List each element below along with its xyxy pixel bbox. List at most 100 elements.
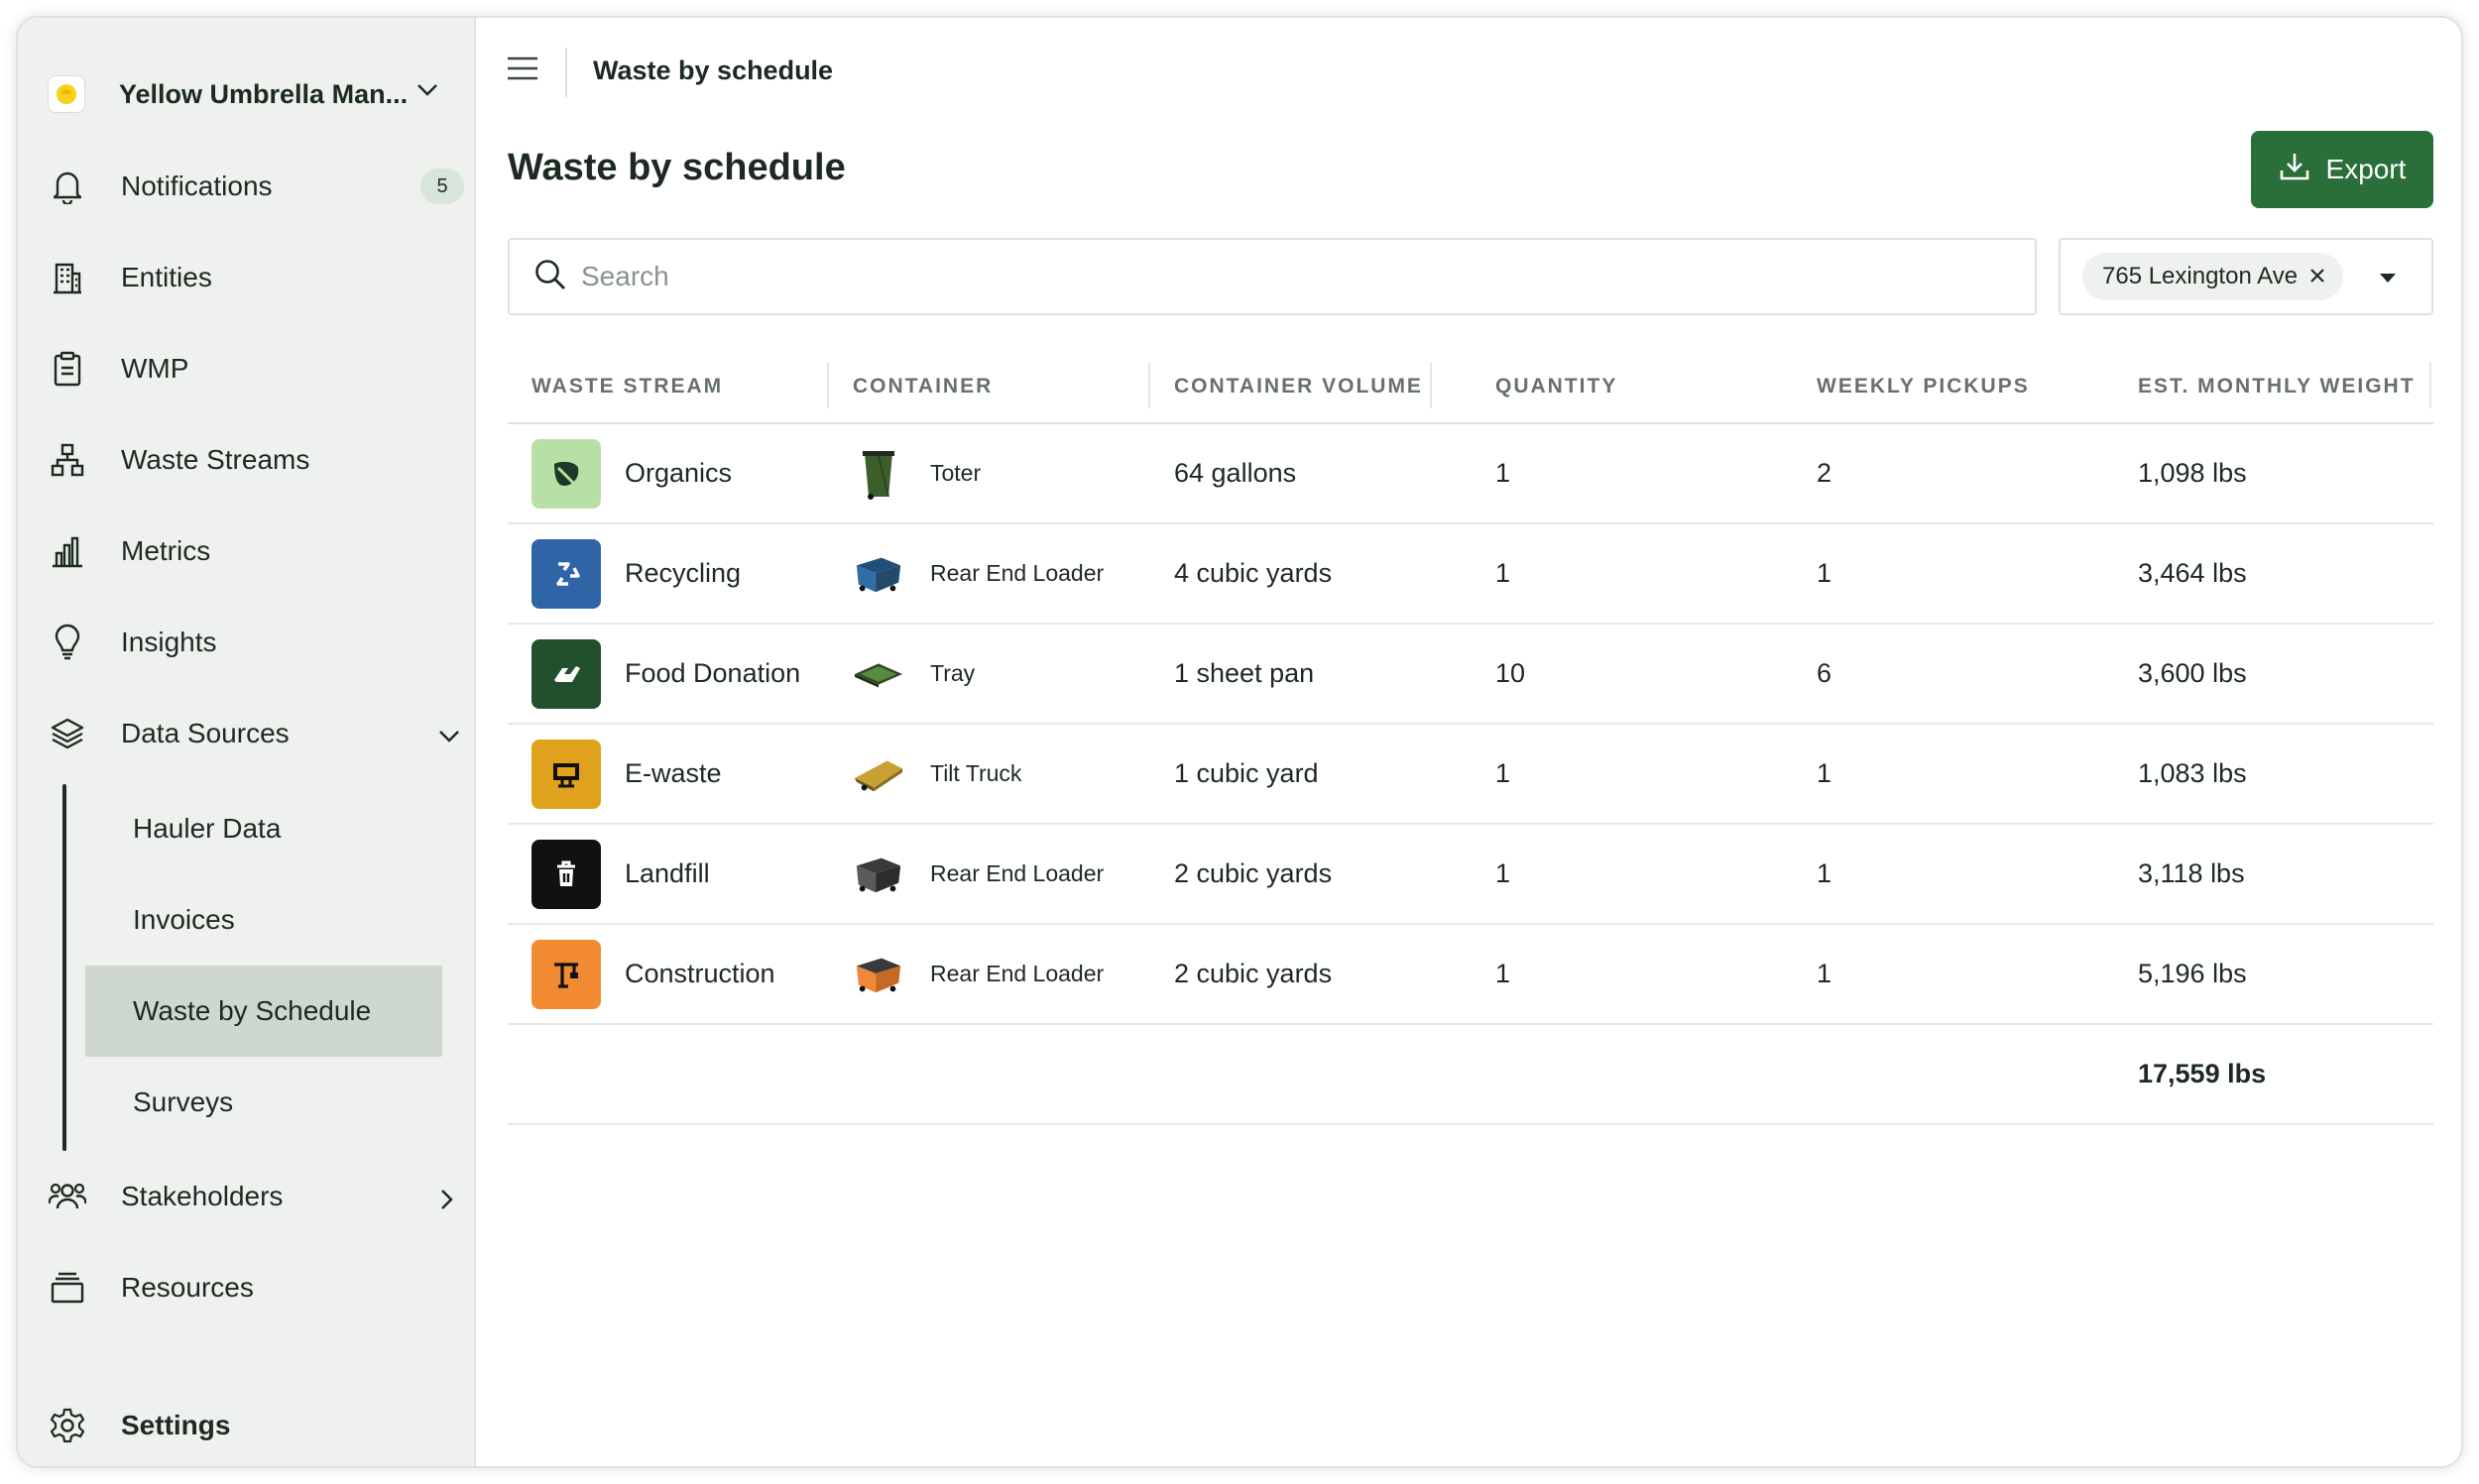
est-monthly-weight-cell: 5,196 lbs xyxy=(2138,959,2247,988)
waste-stream-cell: Construction xyxy=(531,925,775,1023)
sidebar-item-settings[interactable]: Settings xyxy=(48,1391,464,1460)
sidebar-item-label: Stakeholders xyxy=(121,1181,284,1211)
table-row[interactable]: Food Donation Tray 1 sheet pan 10 6 3,60… xyxy=(508,625,2433,725)
est-monthly-weight-cell: 3,464 lbs xyxy=(2138,558,2247,588)
sidebar-subitem-hauler-data[interactable]: Hauler Data xyxy=(85,783,442,874)
sidebar-item-stakeholders[interactable]: Stakeholders xyxy=(48,1162,464,1231)
sidebar-subitem-invoices[interactable]: Invoices xyxy=(85,874,442,966)
total-monthly-weight: 17,559 lbs xyxy=(2138,1059,2267,1088)
org-name: Yellow Umbrella Man... xyxy=(119,78,409,109)
column-separator xyxy=(1430,363,1432,408)
container-name: Tilt Truck xyxy=(930,760,1022,786)
sidebar-item-label: Data Sources xyxy=(121,718,290,748)
network-icon xyxy=(48,440,87,480)
export-button[interactable]: Export xyxy=(2251,131,2433,208)
layers-icon xyxy=(48,714,87,753)
weekly-pickups-cell: 1 xyxy=(1817,558,1832,588)
weekly-pickups-cell: 2 xyxy=(1817,458,1832,488)
column-header-container[interactable]: CONTAINER xyxy=(853,349,993,424)
location-chip: 765 Lexington Ave xyxy=(2082,253,2344,300)
sidebar-item-metrics[interactable]: Metrics xyxy=(48,516,464,586)
sidebar-item-notifications[interactable]: Notifications 5 xyxy=(48,152,464,221)
container-name: Rear End Loader xyxy=(930,961,1105,986)
search-box xyxy=(508,238,2037,315)
leaf-icon xyxy=(531,438,601,509)
container-cell: Toter xyxy=(853,424,981,522)
hamburger-menu-icon[interactable] xyxy=(506,56,545,89)
sidebar-item-label: WMP xyxy=(121,353,189,384)
rear-end-loader-icon xyxy=(853,548,904,600)
quantity-cell: 1 xyxy=(1495,558,1511,588)
sidebar-item-label: Insights xyxy=(121,627,217,657)
rear-end-loader-icon xyxy=(853,849,904,900)
quantity-cell: 1 xyxy=(1495,458,1511,488)
org-logo xyxy=(48,75,85,113)
sidebar-item-entities[interactable]: Entities xyxy=(48,243,464,312)
rear-end-loader-icon xyxy=(853,949,904,1000)
table-row[interactable]: Recycling Rear End Loader 4 cubic yards … xyxy=(508,524,2433,625)
org-switcher[interactable]: Yellow Umbrella Man... xyxy=(48,57,464,131)
column-header-est-monthly-weight[interactable]: EST. MONTHLY WEIGHT xyxy=(2138,349,2416,424)
table-row[interactable]: Construction Rear End Loader 2 cubic yar… xyxy=(508,925,2433,1025)
quantity-cell: 1 xyxy=(1495,959,1511,988)
sidebar-subitem-label: Hauler Data xyxy=(133,813,282,844)
container-volume-cell: 1 sheet pan xyxy=(1174,658,1315,688)
column-header-quantity[interactable]: QUANTITY xyxy=(1495,349,1617,424)
table-row[interactable]: Landfill Rear End Loader 2 cubic yards 1… xyxy=(508,825,2433,925)
est-monthly-weight-cell: 1,083 lbs xyxy=(2138,758,2247,788)
table-row[interactable]: E-waste Tilt Truck 1 cubic yard 1 1 1,08… xyxy=(508,725,2433,825)
column-header-waste-stream[interactable]: WASTE STREAM xyxy=(531,349,723,424)
bar-chart-icon xyxy=(48,531,87,571)
export-button-label: Export xyxy=(2325,154,2407,184)
page-title: Waste by schedule xyxy=(508,147,846,188)
people-icon xyxy=(48,1177,87,1216)
sidebar-item-resources[interactable]: Resources xyxy=(48,1253,464,1322)
weekly-pickups-cell: 1 xyxy=(1817,959,1832,988)
table-header: WASTE STREAM CONTAINER CONTAINER VOLUME … xyxy=(508,349,2433,424)
recycle-icon xyxy=(531,538,601,609)
sidebar-item-wmp[interactable]: WMP xyxy=(48,334,464,403)
waste-stream-name: E-waste xyxy=(625,758,722,788)
search-input[interactable] xyxy=(581,261,1969,292)
close-icon[interactable] xyxy=(2309,263,2325,290)
container-volume-cell: 64 gallons xyxy=(1174,458,1297,488)
toter-bin-icon xyxy=(853,448,904,500)
waste-stream-name: Construction xyxy=(625,959,775,988)
bell-icon xyxy=(48,167,87,206)
container-volume-cell: 2 cubic yards xyxy=(1174,959,1333,988)
chevron-down-icon xyxy=(438,719,460,750)
waste-stream-cell: Landfill xyxy=(531,825,710,923)
sidebar-subitem-waste-by-schedule[interactable]: Waste by Schedule xyxy=(85,966,442,1057)
column-header-weekly-pickups[interactable]: WEEKLY PICKUPS xyxy=(1817,349,2030,424)
container-cell: Rear End Loader xyxy=(853,524,1104,623)
column-header-container-volume[interactable]: CONTAINER VOLUME xyxy=(1174,349,1423,424)
waste-stream-name: Food Donation xyxy=(625,658,801,688)
sidebar-item-insights[interactable]: Insights xyxy=(48,608,464,677)
table-total-row: 17,559 lbs xyxy=(508,1025,2433,1125)
hand-icon xyxy=(531,638,601,709)
container-name: Rear End Loader xyxy=(930,860,1105,886)
sidebar-item-data-sources[interactable]: Data Sources xyxy=(48,699,464,768)
container-name: Toter xyxy=(930,460,982,486)
container-cell: Tilt Truck xyxy=(853,725,1021,823)
sidebar-subitem-label: Invoices xyxy=(133,904,235,935)
breadcrumb: Waste by schedule xyxy=(593,56,834,85)
table-row[interactable]: Organics Toter 64 gallons 1 2 1,098 lbs xyxy=(508,424,2433,524)
divider xyxy=(565,48,567,97)
sidebar-item-label: Waste Streams xyxy=(121,444,310,475)
sidebar-subitem-surveys[interactable]: Surveys xyxy=(85,1057,442,1148)
dropdown-caret-icon[interactable] xyxy=(2380,274,2396,283)
stack-icon xyxy=(48,1268,87,1308)
container-cell: Tray xyxy=(853,625,975,723)
notification-count-badge: 5 xyxy=(420,169,464,204)
weekly-pickups-cell: 6 xyxy=(1817,658,1832,688)
waste-stream-cell: Recycling xyxy=(531,524,741,623)
location-chip-label: 765 Lexington Ave xyxy=(2102,263,2299,289)
download-icon xyxy=(2279,151,2310,189)
lightbulb-icon xyxy=(48,623,87,662)
column-separator xyxy=(827,363,829,408)
sidebar-item-waste-streams[interactable]: Waste Streams xyxy=(48,425,464,495)
location-filter-select[interactable]: 765 Lexington Ave xyxy=(2059,238,2433,315)
weekly-pickups-cell: 1 xyxy=(1817,858,1832,888)
sidebar: Yellow Umbrella Man... Notifications 5 E… xyxy=(18,18,476,1466)
